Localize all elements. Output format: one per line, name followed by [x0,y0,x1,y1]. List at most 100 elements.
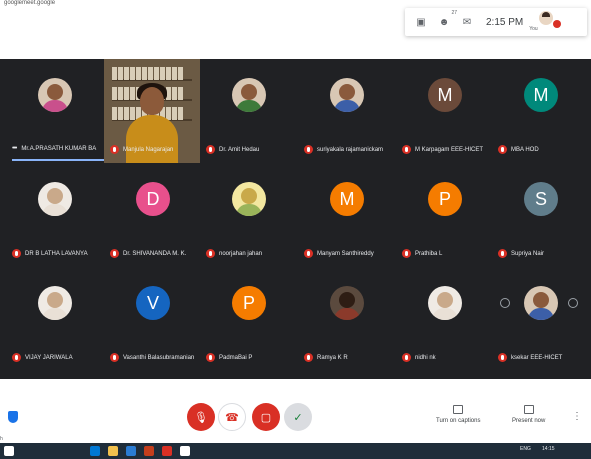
control-bar: 🎙 ☎ ▢ ✓ Turn on captions Present now ⋮ [0,379,591,441]
powerpoint-icon[interactable] [144,446,154,456]
participant-tile[interactable]: suriyakala rajamanickam [298,59,396,163]
participant-avatar [524,286,558,320]
people-icon[interactable]: ☻ 27 [437,10,457,29]
participant-avatar [428,286,462,320]
participant-name-row: M Karpagam EEE-HICET [402,145,483,154]
participant-name: Dr. Amit Hedau [219,146,260,153]
participant-name: nidhi nk [415,354,436,361]
mic-muted-icon [110,145,119,154]
participant-avatar: V [136,286,170,320]
mic-muted-icon [498,353,507,362]
participant-name: Vasanthi Balasubramanian [123,354,195,361]
person-head [140,87,164,115]
mic-muted-icon [304,353,313,362]
participant-avatar: P [428,182,462,216]
participant-name: Prathiba L [415,250,443,257]
participant-name: Ramya K R [317,354,348,361]
mic-off-icon: 🎙 [194,411,208,424]
participant-name-row: Dr. Amit Hedau [206,145,259,154]
participant-name-row: suriyakala rajamanickam [304,145,383,154]
person-body [126,115,178,163]
participant-name-row: Dr. SHIVANANDA M. K. [110,249,186,258]
participant-tile[interactable]: P PadmaBai P [200,267,298,371]
mic-muted-icon [498,249,507,258]
file-explorer-icon[interactable] [108,446,118,456]
self-preview[interactable]: You [529,11,562,33]
participant-name-row: Vasanthi Balasubramanian [110,353,194,362]
participant-tile[interactable]: ••• Mr.A.PRASATH KUMAR BA [6,59,108,163]
participant-tile[interactable]: noorjahan jahan [200,163,298,267]
participant-tile[interactable]: nidhi nk [396,267,494,371]
participant-avatar [38,286,72,320]
audio-activity-icon: ••• [12,145,17,152]
participant-name: DR B LATHA LAVANYA [25,250,88,257]
participant-name: VIJAY JARIWALA [25,354,73,361]
participant-name: Supriya Nair [511,250,545,257]
active-speaker-bar [12,159,108,161]
participant-tile[interactable]: M Manyam Santhireddy [298,163,396,267]
more-options-icon[interactable]: ⋮ [572,411,582,422]
participant-avatar: D [136,182,170,216]
participant-grid: ••• Mr.A.PRASATH KUMAR BA Manjula Nagaraja… [0,59,591,379]
participant-name: ksekar EEE-HICET [511,354,563,361]
participant-avatar: M [330,182,364,216]
participant-tile[interactable]: ksekar EEE-HICET [492,267,590,371]
chrome-icon[interactable] [180,446,190,456]
participant-name-row: Manjula Nagarajan [110,145,173,154]
participant-name: noorjahan jahan [219,250,263,257]
participant-avatar: S [524,182,558,216]
language-indicator[interactable]: ENG [520,446,531,452]
participant-tile[interactable]: P Prathiba L [396,163,494,267]
participant-name: Mr.A.PRASATH KUMAR BA [21,145,97,152]
participant-avatar [232,182,266,216]
edge-icon[interactable] [90,446,100,456]
participant-name-row: Supriya Nair [498,249,544,258]
captions-button[interactable]: Turn on captions [436,405,480,424]
bookshelf [112,65,192,81]
leave-call-button[interactable]: ☎ [218,403,246,431]
participant-name: M Karpagam EEE-HICET [415,146,484,153]
windows-taskbar: ENG 14:15 [0,443,591,459]
word-icon[interactable] [126,446,136,456]
mic-muted-icon [402,145,411,154]
camera-toggle-button[interactable]: ▢ [252,403,280,431]
participant-avatar: P [232,286,266,320]
mic-muted-icon [498,145,507,154]
browser-top-strip: googlemeet.google ▣ ☻ 27 ✉ 2:15 PM You [0,0,591,60]
participant-name-row: Prathiba L [402,249,442,258]
mic-toggle-button[interactable]: 🎙 [187,403,215,431]
mic-muted-icon [206,145,215,154]
present-icon [523,405,534,414]
participant-tile[interactable]: M M Karpagam EEE-HICET [396,59,494,163]
pdf-icon[interactable] [162,446,172,456]
participant-tile[interactable]: Dr. Amit Hedau [200,59,298,163]
mic-muted-icon [12,249,21,258]
chat-icon[interactable]: ✉ [460,15,474,29]
participant-tile[interactable]: Manjula Nagarajan [104,59,202,163]
meeting-time: 2:15 PM [486,16,524,28]
mic-muted-icon [304,249,313,258]
start-icon[interactable] [4,446,14,456]
self-avatar [539,11,554,25]
participant-avatar [330,78,364,112]
participant-name-row: ksekar EEE-HICET [498,353,562,362]
participant-avatar [38,182,72,216]
mic-muted-icon [12,353,21,362]
participant-name-row: MBA HOD [498,145,539,154]
participant-tile[interactable]: DR B LATHA LAVANYA [6,163,104,267]
meeting-details-shield-icon[interactable] [8,411,18,423]
participant-tile[interactable]: M MBA HOD [492,59,590,163]
participant-tile[interactable]: D Dr. SHIVANANDA M. K. [104,163,202,267]
participant-name: Manyam Santhireddy [317,250,374,257]
participant-tile[interactable]: S Supriya Nair [492,163,590,267]
participant-name-row: nidhi nk [402,353,436,362]
check-button[interactable]: ✓ [284,403,312,431]
pin-icon[interactable] [500,298,510,308]
participant-tile[interactable]: V Vasanthi Balasubramanian [104,267,202,371]
remove-icon[interactable] [568,298,578,308]
present-now-button[interactable]: Present now [512,405,545,424]
info-icon[interactable]: ▣ [414,15,428,29]
participant-tile[interactable]: VIJAY JARIWALA [6,267,104,371]
participant-tile[interactable]: Ramya K R [298,267,396,371]
participant-name-row: ••• Mr.A.PRASATH KUMAR BA [12,145,96,152]
